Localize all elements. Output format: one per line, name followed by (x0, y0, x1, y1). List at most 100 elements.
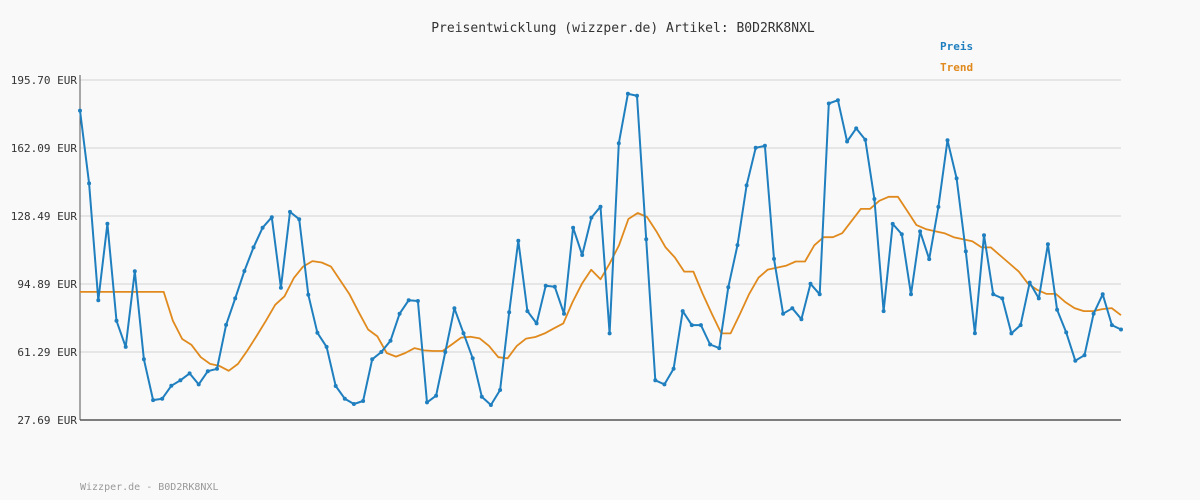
price-chart: Preisentwicklung (wizzper.de) Artikel: B… (11, 21, 1123, 493)
data-point (945, 138, 950, 143)
data-point (1119, 327, 1123, 332)
data-point (854, 126, 859, 131)
data-point (653, 378, 658, 383)
y-tick-label: 27.69 EUR (17, 414, 77, 427)
data-point (671, 366, 676, 371)
data-point (799, 317, 804, 322)
data-point (315, 330, 320, 335)
y-tick-label: 94.89 EUR (17, 278, 77, 291)
data-point (781, 311, 786, 316)
data-point (1045, 242, 1050, 247)
data-point (141, 357, 146, 362)
y-tick-label: 162.09 EUR (11, 142, 78, 155)
data-point (516, 238, 521, 243)
series-layer (78, 91, 1123, 407)
data-point (845, 139, 850, 144)
data-point (589, 215, 594, 220)
data-point (680, 309, 685, 314)
data-point (735, 243, 740, 248)
data-point (753, 145, 758, 150)
data-point (1064, 330, 1069, 335)
data-point (224, 322, 229, 327)
data-point (607, 331, 612, 336)
data-point (552, 284, 557, 289)
data-point (379, 350, 384, 354)
data-point (817, 292, 822, 297)
data-point (169, 383, 174, 388)
data-point (87, 181, 92, 186)
data-point (151, 398, 156, 403)
data-point (114, 318, 119, 323)
data-point (890, 221, 895, 226)
data-point (1091, 311, 1096, 316)
data-point (278, 285, 283, 290)
legend-preis: Preis (940, 40, 973, 53)
data-point (178, 378, 183, 383)
data-point (406, 298, 411, 303)
data-point (571, 225, 576, 230)
data-point (324, 344, 329, 349)
data-point (443, 350, 448, 354)
footer-credit: Wizzper.de - B0D2RK8NXL (80, 482, 218, 493)
data-point (187, 371, 192, 376)
data-point (415, 299, 420, 303)
y-tick-label: 61.29 EUR (17, 346, 77, 359)
data-point (251, 245, 256, 250)
data-point (662, 382, 667, 387)
data-point (233, 296, 238, 301)
data-point (616, 141, 621, 146)
data-point (525, 309, 530, 314)
data-point (1000, 296, 1005, 301)
data-point (644, 237, 649, 242)
data-point (452, 306, 457, 311)
data-point (826, 101, 831, 106)
legend-trend: Trend (940, 61, 973, 74)
data-point (762, 143, 767, 148)
data-point (625, 91, 630, 96)
data-point (972, 331, 977, 336)
data-point (717, 346, 722, 351)
data-point (863, 137, 868, 142)
data-point (370, 357, 375, 362)
data-point (397, 311, 402, 316)
data-point (488, 403, 493, 407)
data-point (1100, 292, 1105, 297)
data-point (963, 249, 968, 254)
data-point (1018, 323, 1023, 328)
data-point (342, 396, 347, 401)
data-point (288, 209, 292, 214)
y-tick-label: 128.49 EUR (11, 210, 78, 223)
data-point (461, 331, 466, 336)
data-point (434, 393, 439, 398)
data-point (1109, 323, 1114, 328)
data-point (1036, 296, 1041, 301)
data-point (361, 399, 366, 403)
data-point (123, 344, 128, 349)
data-point (297, 217, 302, 222)
data-point (772, 256, 776, 261)
data-point (1009, 331, 1014, 336)
series-line-preis (79, 92, 1122, 406)
data-point (881, 309, 886, 314)
data-point (872, 197, 877, 201)
data-point (160, 396, 165, 401)
data-point (132, 269, 137, 274)
data-point (899, 232, 904, 237)
data-point (936, 204, 941, 209)
data-point (918, 229, 923, 234)
y-axis-ticks: 195.70 EUR 162.09 EUR 128.49 EUR 94.89 EUR 6… (11, 74, 78, 427)
data-point (562, 311, 566, 316)
data-point (744, 183, 749, 188)
data-point (498, 388, 503, 392)
data-point (96, 298, 101, 303)
data-point (991, 292, 996, 297)
data-point (470, 356, 475, 361)
data-point (388, 338, 393, 343)
data-point (242, 269, 247, 273)
data-point (689, 323, 694, 328)
data-point (698, 323, 703, 328)
data-point (790, 306, 795, 311)
data-point (1027, 280, 1032, 285)
data-point (215, 366, 219, 371)
data-point (351, 402, 356, 406)
